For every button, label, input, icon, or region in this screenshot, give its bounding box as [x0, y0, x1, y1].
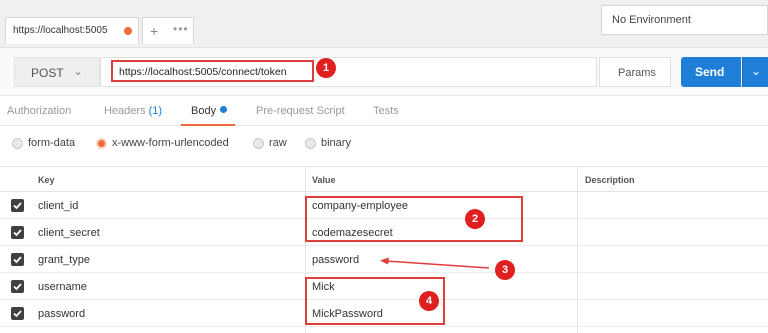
row-value[interactable]: password — [312, 254, 359, 266]
annotation-badge-1: 1 — [316, 58, 336, 78]
radio-form-data[interactable] — [12, 138, 23, 149]
active-tab-underline — [181, 124, 235, 126]
more-tabs-button[interactable]: ••• — [173, 22, 189, 36]
new-tab-button[interactable]: + — [150, 23, 158, 39]
url-highlight-box: https://localhost:5005/connect/token — [111, 60, 314, 82]
url-text: https://localhost:5005/connect/token — [119, 66, 287, 78]
column-value: Value — [312, 175, 336, 185]
params-label: Params — [618, 67, 656, 79]
params-table-header: Key Value Description — [0, 166, 768, 192]
body-active-dot-icon — [220, 106, 228, 113]
tab-pre-request-script[interactable]: Pre-request Script — [256, 105, 345, 117]
radio-raw-label[interactable]: raw — [269, 137, 287, 149]
annotation-badge-2: 2 — [465, 209, 485, 229]
row-key[interactable]: username — [38, 281, 87, 293]
tab-tests[interactable]: Tests — [373, 105, 399, 117]
radio-raw[interactable] — [253, 138, 264, 149]
send-label: Send — [695, 65, 725, 79]
method-label: POST — [31, 66, 64, 80]
row-key[interactable]: client_id — [38, 200, 78, 212]
tab-authorization[interactable]: Authorization — [7, 105, 71, 117]
tab-body[interactable]: Body — [191, 105, 228, 117]
params-button[interactable]: Params — [599, 57, 671, 87]
checkmark-icon — [13, 310, 22, 318]
checkmark-icon — [13, 202, 22, 210]
column-key: Key — [38, 175, 55, 185]
tab-tools: + ••• — [142, 17, 194, 44]
request-tab[interactable]: https://localhost:5005 — [5, 17, 139, 44]
request-tab-label: https://localhost:5005 — [13, 25, 108, 36]
row-key[interactable]: grant_type — [38, 254, 90, 266]
row-key[interactable]: password — [38, 308, 85, 320]
radio-binary-label[interactable]: binary — [321, 137, 351, 149]
url-input[interactable]: https://localhost:5005/connect/token — [100, 57, 597, 87]
checkmark-icon — [13, 256, 22, 264]
arrow-left-icon — [380, 257, 490, 269]
unsaved-dot-icon — [124, 27, 132, 35]
request-bar: POST ⌄ https://localhost:5005/connect/to… — [0, 48, 768, 96]
row-checkbox[interactable] — [11, 253, 24, 266]
annotation-badge-3: 3 — [495, 260, 515, 280]
chevron-down-icon: ⌄ — [751, 64, 762, 78]
radio-binary[interactable] — [305, 138, 316, 149]
row-checkbox[interactable] — [11, 307, 24, 320]
row-key[interactable]: client_secret — [38, 227, 100, 239]
environment-label: No Environment — [612, 14, 691, 26]
checkmark-icon — [13, 229, 22, 237]
send-button[interactable]: Send — [681, 57, 741, 87]
body-type-group: form-data x-www-form-urlencoded raw bina… — [0, 128, 768, 160]
annotation-box-client-credentials — [305, 196, 523, 242]
environment-select[interactable]: No Environment — [601, 5, 768, 35]
chevron-down-icon: ⌄ — [73, 64, 84, 78]
checkmark-icon — [13, 283, 22, 291]
tab-body-label: Body — [191, 105, 217, 117]
headers-count: (1) — [148, 105, 163, 117]
tab-bar: https://localhost:5005 + ••• No Environm… — [0, 0, 768, 48]
method-select[interactable]: POST ⌄ — [14, 57, 100, 87]
row-checkbox[interactable] — [11, 226, 24, 239]
radio-x-www-form-urlencoded[interactable] — [96, 138, 107, 149]
request-subtabs: Authorization Headers (1) Body Pre-reque… — [0, 96, 768, 126]
row-checkbox[interactable] — [11, 199, 24, 212]
tab-headers-label: Headers — [104, 105, 146, 117]
radio-form-data-label[interactable]: form-data — [28, 137, 75, 149]
tab-headers[interactable]: Headers (1) — [104, 105, 162, 117]
column-description: Description — [585, 175, 635, 185]
radio-x-www-form-urlencoded-label[interactable]: x-www-form-urlencoded — [112, 137, 229, 149]
send-options-button[interactable]: ⌄ — [742, 57, 768, 87]
row-checkbox[interactable] — [11, 280, 24, 293]
annotation-badge-4: 4 — [419, 291, 439, 311]
